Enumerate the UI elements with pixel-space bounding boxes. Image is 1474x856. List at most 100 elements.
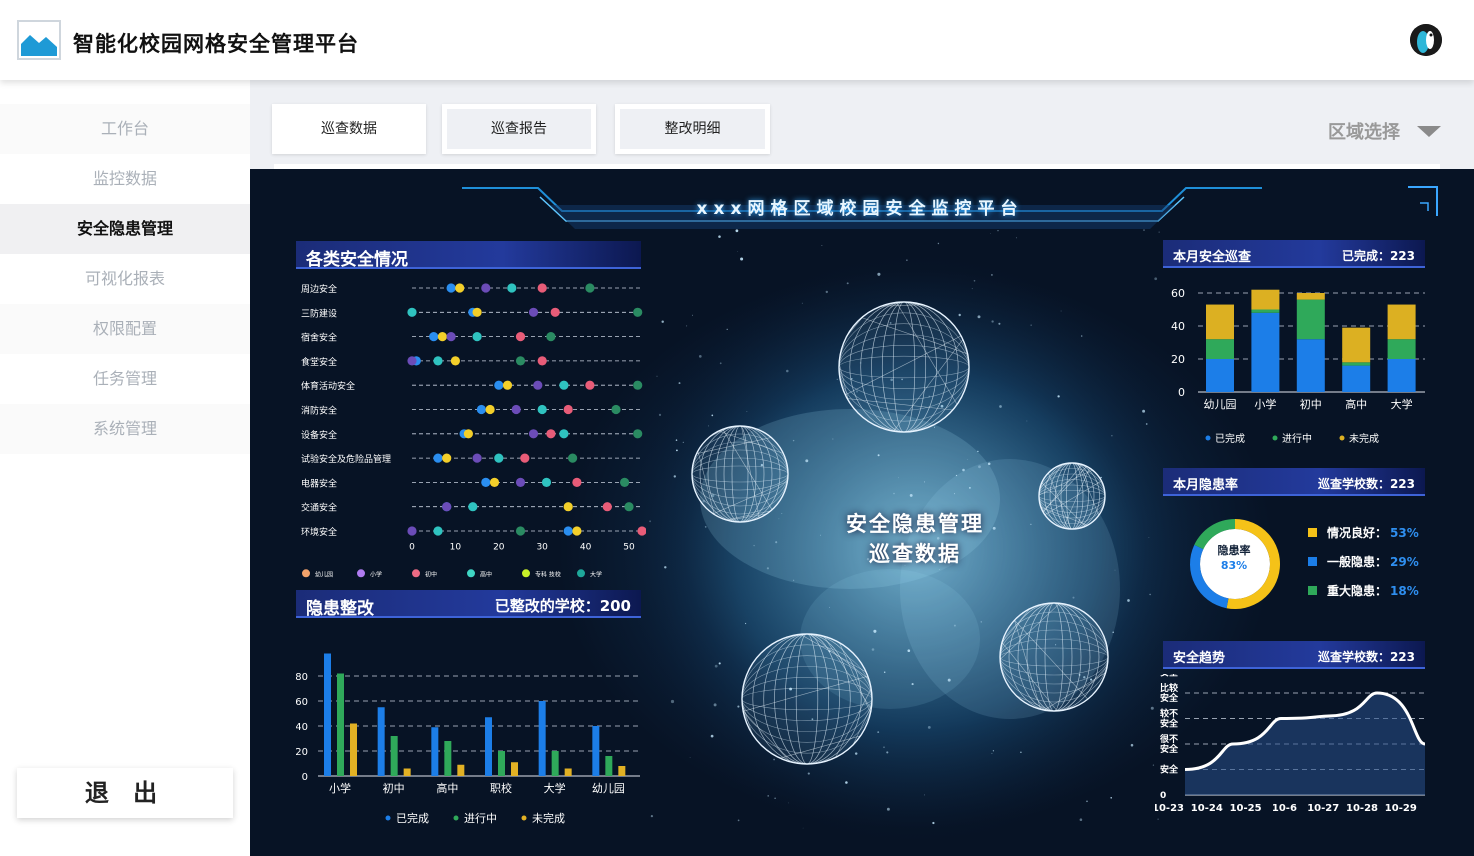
chevron-down-icon[interactable] <box>1417 126 1441 137</box>
row-label: 宿舍安全 <box>301 332 337 344</box>
region-select-label[interactable]: 区域选择 <box>1328 118 1400 144</box>
sphere-outline <box>741 633 873 765</box>
bar <box>431 727 439 776</box>
star-dot <box>735 229 739 233</box>
legend-label: 未完成 <box>1349 432 1379 445</box>
star-dot <box>692 314 693 316</box>
sidebar-item-hazard-management[interactable]: 安全隐患管理 <box>0 204 250 254</box>
sidebar-item-workbench[interactable]: 工作台 <box>0 104 250 154</box>
legend-label: 进行中 <box>464 812 497 824</box>
y-tick-label: 安全 <box>1160 674 1179 679</box>
legend-label: 情况良好： <box>1327 525 1387 540</box>
star-dot <box>821 245 823 246</box>
wire-sphere-icon <box>741 633 873 765</box>
bar <box>444 741 452 776</box>
center-line-1: 安全隐患管理 <box>846 512 984 536</box>
star-dot <box>1030 523 1032 525</box>
data-point <box>450 356 460 366</box>
sidebar-item-system[interactable]: 系统管理 <box>0 404 250 454</box>
data-point <box>572 526 582 536</box>
star-dot <box>682 441 684 443</box>
star-dot <box>1072 596 1075 599</box>
star-dot <box>1086 800 1088 803</box>
data-point <box>407 526 417 536</box>
data-point <box>520 453 530 463</box>
star-dot <box>828 606 830 608</box>
data-point <box>407 307 417 317</box>
data-point <box>511 404 521 415</box>
star-dot <box>954 493 956 495</box>
corner-bracket-icon <box>1420 202 1429 211</box>
data-point <box>602 502 612 512</box>
bar-segment <box>1206 304 1234 340</box>
star-dot <box>714 664 718 668</box>
star-dot <box>661 320 664 323</box>
data-point <box>585 380 595 390</box>
x-tick-label: 初中 <box>383 781 405 795</box>
safety-panel-title: 各类安全情况 <box>306 250 408 270</box>
data-point <box>476 404 486 415</box>
y-tick-label: 0 <box>1160 791 1166 801</box>
tab-label: 巡查报告 <box>447 109 591 149</box>
star-dot <box>689 757 691 759</box>
user-avatar-icon[interactable] <box>1410 24 1442 56</box>
data-point <box>429 332 439 342</box>
star-dot <box>971 288 973 290</box>
star-dot <box>966 459 968 460</box>
tab-rectify-detail[interactable]: 整改明细 <box>615 104 770 154</box>
patrol-panel-header: 本月安全巡查 已完成：223 <box>1163 240 1425 268</box>
y-tick-label: 20 <box>1171 353 1185 366</box>
star-dot <box>924 794 926 796</box>
star-dot <box>737 819 740 822</box>
row-label: 设备安全 <box>301 429 337 441</box>
row-label: 周边安全 <box>301 283 337 295</box>
legend-label: 高中 <box>480 570 492 578</box>
star-dot <box>726 328 728 331</box>
star-dot <box>807 772 810 775</box>
star-dot <box>1154 277 1158 281</box>
sidebar-item-monitor-data[interactable]: 监控数据 <box>0 154 250 204</box>
star-dot <box>753 544 755 547</box>
rectify-panel-count: 已整改的学校：200 <box>494 597 631 615</box>
data-point <box>528 307 539 317</box>
star-dot <box>658 413 662 416</box>
sphere-outline <box>838 301 970 433</box>
data-point <box>463 429 473 439</box>
star-dot <box>1150 706 1154 710</box>
tab-patrol-data[interactable]: 巡查数据 <box>272 104 426 154</box>
sidebar-item-visual-reports[interactable]: 可视化报表 <box>0 254 250 304</box>
center-caption: 安全隐患管理 巡查数据 <box>810 509 1020 569</box>
tab-patrol-report[interactable]: 巡查报告 <box>442 104 596 154</box>
x-tick-label: 初中 <box>1300 397 1322 411</box>
wire-sphere-icon <box>838 301 970 433</box>
star-dot <box>778 518 780 520</box>
sidebar-item-tasks[interactable]: 任务管理 <box>0 354 250 404</box>
data-point <box>502 380 513 390</box>
star-dot <box>886 751 889 754</box>
star-dot <box>898 477 899 479</box>
star-dot <box>992 750 995 752</box>
data-point <box>624 502 634 512</box>
data-point <box>611 404 621 415</box>
patrol-panel-title: 本月安全巡查 <box>1173 250 1252 265</box>
star-dot <box>909 493 913 497</box>
star-dot <box>1112 631 1114 633</box>
star-dot <box>883 746 885 749</box>
data-point <box>637 526 646 536</box>
sidebar-item-permissions[interactable]: 权限配置 <box>0 304 250 354</box>
hazard-panel-title: 本月隐患率 <box>1173 478 1239 493</box>
star-dot <box>1080 335 1083 337</box>
data-point <box>442 502 452 512</box>
star-dot <box>927 726 931 729</box>
star-dot <box>947 678 951 682</box>
star-dot <box>718 662 721 665</box>
data-point <box>515 477 526 487</box>
star-dot <box>969 487 971 489</box>
legend-value: 53% <box>1390 526 1419 540</box>
sphere-outline <box>691 425 789 523</box>
legend-label: 小学 <box>370 570 382 578</box>
legend-value: 29% <box>1390 555 1419 569</box>
star-dot <box>719 362 722 365</box>
logout-button[interactable]: 退 出 <box>17 768 233 818</box>
y-tick-label: 安全 <box>1160 764 1179 776</box>
